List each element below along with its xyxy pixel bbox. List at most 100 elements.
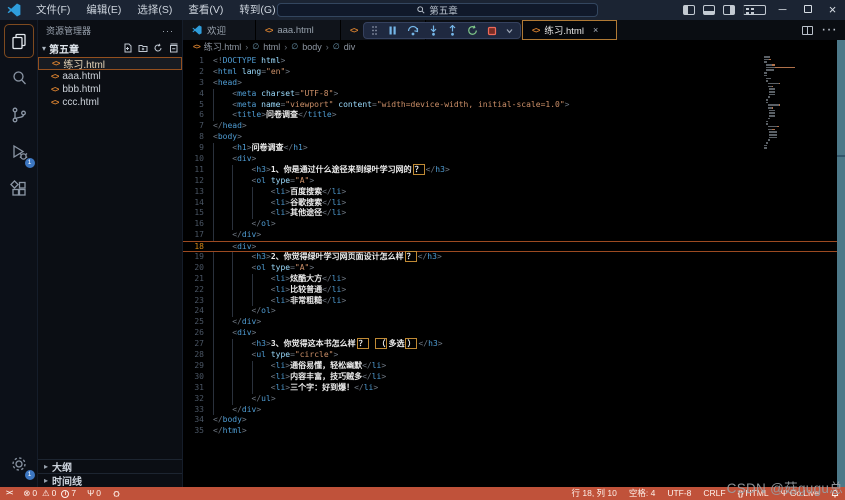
pause-icon[interactable] bbox=[387, 25, 398, 36]
sidebar-panel-timeline[interactable]: ▸时间线 bbox=[38, 473, 182, 487]
line-number[interactable]: 6 bbox=[183, 110, 213, 121]
line-number[interactable]: 18 bbox=[183, 242, 213, 251]
explorer-more-icon[interactable]: ··· bbox=[162, 26, 174, 36]
eol[interactable]: CRLF bbox=[703, 487, 725, 500]
customize-layout-icon[interactable] bbox=[743, 5, 766, 16]
code-line[interactable]: 28<ul type="circle"> bbox=[183, 350, 837, 361]
minimap[interactable] bbox=[764, 56, 812, 150]
line-number[interactable]: 12 bbox=[183, 176, 213, 187]
code-line[interactable]: 32</ul> bbox=[183, 394, 837, 405]
step-over-icon[interactable] bbox=[407, 25, 419, 36]
file-item[interactable]: <>aaa.html bbox=[38, 70, 182, 83]
line-number[interactable]: 13 bbox=[183, 187, 213, 198]
code-line[interactable]: 7</head> bbox=[183, 121, 837, 132]
tab-aaa.html[interactable]: <>aaa.html bbox=[256, 20, 341, 40]
indentation[interactable]: 空格: 4 bbox=[629, 487, 655, 500]
code-line[interactable]: 8<body> bbox=[183, 132, 837, 143]
code-line[interactable]: 20<ol type="A"> bbox=[183, 263, 837, 274]
tab-欢迎[interactable]: 欢迎 bbox=[183, 20, 256, 40]
line-number[interactable]: 9 bbox=[183, 143, 213, 154]
more-actions-icon[interactable]: ··· bbox=[821, 21, 837, 39]
line-number[interactable]: 7 bbox=[183, 121, 213, 132]
code-line[interactable]: 31<li>三个字：好到爆！</li> bbox=[183, 383, 837, 394]
line-number[interactable]: 31 bbox=[183, 383, 213, 394]
toggle-panel-icon[interactable] bbox=[703, 5, 715, 15]
code-line[interactable]: 9<h1>问卷调查</h1> bbox=[183, 143, 837, 154]
line-number[interactable]: 17 bbox=[183, 230, 213, 241]
code-line[interactable]: 33</div> bbox=[183, 405, 837, 416]
line-number[interactable]: 19 bbox=[183, 252, 213, 263]
line-number[interactable]: 29 bbox=[183, 361, 213, 372]
sidebar-panel-outline[interactable]: ▸大纲 bbox=[38, 459, 182, 473]
line-number[interactable]: 1 bbox=[183, 56, 213, 67]
code-line[interactable]: 19<h3>2、你觉得绿叶学习网页面设计怎么样？</h3> bbox=[183, 252, 837, 263]
line-number[interactable]: 25 bbox=[183, 317, 213, 328]
line-number[interactable]: 14 bbox=[183, 198, 213, 209]
problems-indicator[interactable]: ⊗ 0 ⚠ 0 i 7 bbox=[23, 487, 76, 500]
code-line[interactable]: 35</html> bbox=[183, 426, 837, 437]
chevron-down-icon[interactable] bbox=[506, 28, 513, 34]
code-line[interactable]: 12<ol type="A"> bbox=[183, 176, 837, 187]
new-file-icon[interactable] bbox=[123, 43, 133, 53]
code-line[interactable]: 4<meta charset="UTF-8"> bbox=[183, 89, 837, 100]
line-number[interactable]: 2 bbox=[183, 67, 213, 78]
line-number[interactable]: 30 bbox=[183, 372, 213, 383]
code-line[interactable]: 5<meta name="viewport" content="width=de… bbox=[183, 100, 837, 111]
cursor-position[interactable]: 行 18, 列 10 bbox=[572, 487, 617, 500]
line-number[interactable]: 22 bbox=[183, 285, 213, 296]
file-item[interactable]: <>bbb.html bbox=[38, 83, 182, 96]
close-window-button[interactable]: × bbox=[820, 0, 845, 20]
new-folder-icon[interactable] bbox=[138, 43, 148, 53]
line-number[interactable]: 4 bbox=[183, 89, 213, 100]
code-line[interactable]: 3<head> bbox=[183, 78, 837, 89]
debug-status-icon[interactable] bbox=[112, 489, 121, 498]
code-line[interactable]: 27<h3>3、你觉得这本书怎么样？ （多选）</h3> bbox=[183, 339, 837, 350]
code-line[interactable]: 24</ol> bbox=[183, 306, 837, 317]
menu-item[interactable]: 编辑(E) bbox=[79, 0, 128, 20]
ports-indicator[interactable]: Ψ 0 bbox=[87, 487, 101, 500]
code-line[interactable]: 18<div> bbox=[183, 241, 837, 252]
encoding[interactable]: UTF-8 bbox=[667, 487, 691, 500]
code-line[interactable]: 26<div> bbox=[183, 328, 837, 339]
minimize-button[interactable]: ─ bbox=[770, 0, 795, 20]
activity-search[interactable] bbox=[4, 61, 34, 95]
code-line[interactable]: 11<h3>1、你是通过什么途径来到绿叶学习网的？</h3> bbox=[183, 165, 837, 176]
toggle-sidebar-icon[interactable] bbox=[683, 5, 695, 15]
line-number[interactable]: 24 bbox=[183, 306, 213, 317]
refresh-icon[interactable] bbox=[153, 43, 163, 53]
line-number[interactable]: 27 bbox=[183, 339, 213, 350]
activity-extensions[interactable] bbox=[4, 172, 34, 206]
menu-item[interactable]: 转到(G) bbox=[232, 0, 282, 20]
menu-item[interactable]: 查看(V) bbox=[181, 0, 230, 20]
activity-explorer[interactable] bbox=[4, 24, 34, 58]
code-line[interactable]: 1<!DOCTYPE html> bbox=[183, 56, 837, 67]
code-line[interactable]: 2<html lang="en"> bbox=[183, 67, 837, 78]
file-item[interactable]: <>ccc.html bbox=[38, 96, 182, 109]
command-center-search[interactable]: 第五章 bbox=[277, 3, 598, 17]
code-line[interactable]: 29<li>通俗易懂，轻松幽默</li> bbox=[183, 361, 837, 372]
editor-scrollbar[interactable] bbox=[837, 40, 845, 487]
toggle-secondary-sidebar-icon[interactable] bbox=[723, 5, 735, 15]
tab-练习.html[interactable]: <>练习.html× bbox=[522, 20, 617, 40]
breadcrumb-item[interactable]: body bbox=[302, 42, 322, 52]
split-editor-icon[interactable] bbox=[802, 26, 813, 35]
line-number[interactable]: 26 bbox=[183, 328, 213, 339]
line-number[interactable]: 20 bbox=[183, 263, 213, 274]
line-number[interactable]: 8 bbox=[183, 132, 213, 143]
activity-settings[interactable]: 1 bbox=[4, 447, 34, 481]
menu-item[interactable]: 选择(S) bbox=[130, 0, 179, 20]
line-number[interactable]: 33 bbox=[183, 405, 213, 416]
code-line[interactable]: 15<li>其他途径</li> bbox=[183, 208, 837, 219]
line-number[interactable]: 35 bbox=[183, 426, 213, 437]
breadcrumb-item[interactable]: html bbox=[263, 42, 280, 52]
line-number[interactable]: 15 bbox=[183, 208, 213, 219]
code-line[interactable]: 25</div> bbox=[183, 317, 837, 328]
line-number[interactable]: 3 bbox=[183, 78, 213, 89]
step-out-icon[interactable] bbox=[447, 25, 458, 36]
code-line[interactable]: 34</body> bbox=[183, 415, 837, 426]
file-item[interactable]: <>练习.html bbox=[38, 57, 182, 70]
line-number[interactable]: 23 bbox=[183, 296, 213, 307]
folder-section-header[interactable]: ▾ 第五章 bbox=[38, 41, 182, 55]
breadcrumb-item[interactable]: div bbox=[344, 42, 356, 52]
step-into-icon[interactable] bbox=[428, 25, 439, 36]
